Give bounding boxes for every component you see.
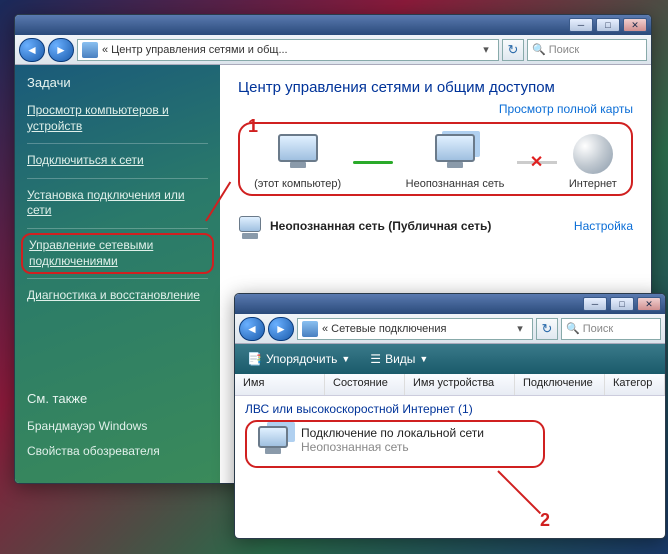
node-internet[interactable]: Интернет [569, 134, 617, 190]
column-headers: Имя Состояние Имя устройства Подключение… [235, 374, 665, 396]
col-category[interactable]: Категор [605, 374, 665, 395]
minimize-button[interactable]: ─ [583, 297, 607, 311]
search-icon: 🔍 [532, 43, 546, 56]
back-button[interactable]: ◄ [239, 317, 265, 341]
col-state[interactable]: Состояние [325, 374, 405, 395]
computer-icon [278, 134, 318, 162]
sidebar-item-internet-options[interactable]: Свойства обозревателя [27, 439, 207, 465]
navigation-bar: ◄ ► « Центр управления сетями и общ... ▾… [15, 35, 651, 65]
search-icon: 🔍 [566, 322, 580, 335]
minimize-button[interactable]: ─ [569, 18, 593, 32]
titlebar: ─ □ ✕ [235, 294, 665, 314]
breadcrumb: « Сетевые подключения [322, 323, 446, 335]
breadcrumb: « Центр управления сетями и общ... [102, 44, 288, 56]
address-bar[interactable]: « Центр управления сетями и общ... ▾ [77, 39, 499, 61]
forward-button[interactable]: ► [48, 38, 74, 62]
search-input[interactable]: 🔍 Поиск [527, 39, 647, 61]
globe-icon [573, 134, 613, 174]
page-title: Центр управления сетями и общим доступом [238, 79, 633, 96]
sidebar-item-connect[interactable]: Подключиться к сети [27, 148, 208, 174]
refresh-button[interactable]: ↻ [536, 318, 558, 340]
maximize-button[interactable]: □ [610, 297, 634, 311]
network-label: Неопознанная сеть (Публичная сеть) [270, 219, 574, 233]
organize-icon: 📑 [247, 352, 262, 366]
search-placeholder: Поиск [549, 44, 579, 56]
close-button[interactable]: ✕ [637, 297, 661, 311]
sidebar-item-firewall[interactable]: Брандмауэр Windows [27, 414, 207, 440]
network-icon [435, 134, 475, 162]
node-label: Интернет [569, 178, 617, 190]
link-ok-icon [353, 161, 393, 164]
sidebar-item-manage-connections[interactable]: Управление сетевыми подключениями [21, 233, 214, 274]
node-unknown-network[interactable]: Неопознанная сеть [406, 134, 505, 190]
breadcrumb-dropdown-icon[interactable]: ▾ [478, 43, 494, 56]
maximize-button[interactable]: □ [596, 18, 620, 32]
network-map: (этот компьютер) Неопознанная сеть Интер… [238, 122, 633, 196]
search-placeholder: Поиск [583, 323, 613, 335]
view-full-map-link[interactable]: Просмотр полной карты [238, 102, 633, 116]
col-connection[interactable]: Подключение [515, 374, 605, 395]
breadcrumb-dropdown-icon[interactable]: ▾ [512, 322, 528, 335]
node-this-computer[interactable]: (этот компьютер) [254, 134, 341, 190]
node-label: (этот компьютер) [254, 178, 341, 190]
location-icon [302, 321, 318, 337]
address-bar[interactable]: « Сетевые подключения ▾ [297, 318, 533, 340]
views-icon: ☰ [370, 352, 381, 366]
col-device[interactable]: Имя устройства [405, 374, 515, 395]
node-label: Неопознанная сеть [406, 178, 505, 190]
chevron-down-icon: ▼ [341, 354, 350, 364]
connection-name: Подключение по локальной сети [301, 426, 484, 440]
connection-item[interactable]: Подключение по локальной сети Неопознанн… [245, 420, 545, 468]
customize-link[interactable]: Настройка [574, 219, 633, 233]
col-name[interactable]: Имя [235, 374, 325, 395]
chevron-down-icon: ▼ [419, 354, 428, 364]
sidebar-item-view-computers[interactable]: Просмотр компьютеров и устройств [27, 98, 208, 139]
connection-status: Неопознанная сеть [301, 440, 484, 454]
see-also-heading: См. также [27, 391, 207, 406]
navigation-bar: ◄ ► « Сетевые подключения ▾ ↻ 🔍 Поиск [235, 314, 665, 344]
location-icon [82, 42, 98, 58]
back-button[interactable]: ◄ [19, 38, 45, 62]
tasks-sidebar: Задачи Просмотр компьютеров и устройств … [15, 65, 220, 483]
network-row: Неопознанная сеть (Публичная сеть) Настр… [238, 210, 633, 242]
tasks-heading: Задачи [27, 75, 208, 90]
toolbar: 📑 Упорядочить ▼ ☰ Виды ▼ [235, 344, 665, 374]
titlebar: ─ □ ✕ [15, 15, 651, 35]
views-button[interactable]: ☰ Виды ▼ [364, 349, 434, 369]
group-header[interactable]: ЛВС или высокоскоростной Интернет (1) [245, 402, 655, 416]
network-small-icon [238, 216, 262, 236]
refresh-button[interactable]: ↻ [502, 39, 524, 61]
link-broken-icon [517, 161, 557, 164]
sidebar-item-diagnose[interactable]: Диагностика и восстановление [27, 283, 208, 309]
search-input[interactable]: 🔍 Поиск [561, 318, 661, 340]
close-button[interactable]: ✕ [623, 18, 647, 32]
connections-list: ЛВС или высокоскоростной Интернет (1) По… [235, 396, 665, 474]
network-connections-window: ─ □ ✕ ◄ ► « Сетевые подключения ▾ ↻ 🔍 По… [234, 293, 666, 539]
sidebar-item-setup-connection[interactable]: Установка подключения или сети [27, 183, 208, 224]
lan-connection-icon [253, 426, 293, 462]
organize-button[interactable]: 📑 Упорядочить ▼ [241, 349, 356, 369]
forward-button[interactable]: ► [268, 317, 294, 341]
